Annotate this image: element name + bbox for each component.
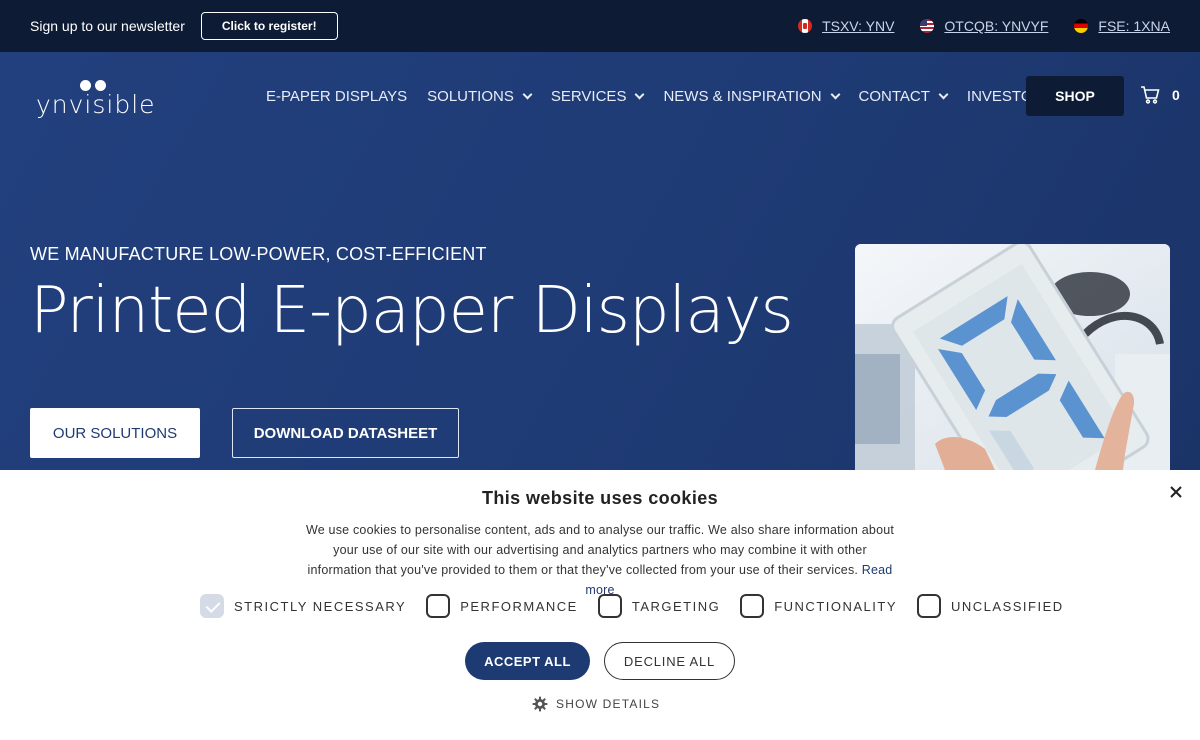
hero-section: ynvisible E-PAPER DISPLAYS SOLUTIONS SER…: [0, 52, 1200, 470]
cookie-description: We use cookies to personalise content, a…: [300, 520, 900, 600]
checkbox-targeting[interactable]: TARGETING: [597, 594, 721, 618]
ticker-otcqb[interactable]: OTCQB: YNVYF: [920, 18, 1048, 34]
show-details-button[interactable]: SHOW DETAILS: [532, 696, 660, 712]
ticker-fse[interactable]: FSE: 1XNA: [1074, 18, 1170, 34]
cart-button[interactable]: 0: [1140, 86, 1180, 104]
nav-label: NEWS & INSPIRATION: [663, 87, 822, 105]
top-bar: Sign up to our newsletter Click to regis…: [0, 0, 1200, 52]
chevron-down-icon: [938, 89, 949, 99]
nav-label: CONTACT: [858, 87, 930, 105]
nav-label: E-PAPER DISPLAYS: [266, 87, 408, 105]
hero-product-image: [855, 244, 1170, 470]
chevron-down-icon: [635, 89, 645, 99]
accept-all-button[interactable]: ACCEPT ALL: [465, 642, 590, 680]
germany-flag-icon: [1074, 19, 1089, 33]
hero-eyebrow: WE MANUFACTURE LOW-POWER, COST-EFFICIENT: [30, 244, 487, 264]
hero-headline: Printed E-paper Displays: [30, 274, 794, 348]
logo[interactable]: ynvisible: [36, 80, 156, 120]
shop-button[interactable]: SHOP: [1026, 76, 1124, 116]
ticker-tsxv[interactable]: TSXV: YNV: [798, 18, 894, 34]
checkbox-icon: [597, 594, 622, 618]
checkbox-label: UNCLASSIFIED: [951, 598, 1064, 614]
checkbox-icon: [917, 594, 942, 618]
decline-all-button[interactable]: DECLINE ALL: [604, 642, 735, 680]
main-nav: E-PAPER DISPLAYS SOLUTIONS SERVICES NEWS…: [266, 76, 1073, 116]
usa-flag-icon: [920, 19, 935, 33]
nav-label: SERVICES: [550, 87, 627, 105]
checkbox-label: STRICTLY NECESSARY: [234, 598, 407, 614]
checkbox-label: PERFORMANCE: [460, 598, 578, 614]
shopping-cart-icon: [1141, 86, 1160, 104]
gear-icon: [532, 696, 548, 712]
checkbox-strictly-necessary[interactable]: STRICTLY NECESSARY: [200, 594, 406, 618]
ticker-label: TSXV: YNV: [822, 18, 895, 34]
canada-flag-icon: [798, 19, 813, 33]
e-paper-display-photo: [855, 244, 1170, 470]
register-button[interactable]: Click to register!: [200, 12, 338, 40]
logo-text: ynvisible: [36, 90, 156, 119]
cookie-banner: This website uses cookies We use cookies…: [0, 470, 1200, 740]
chevron-down-icon: [830, 89, 840, 99]
cookie-description-text: We use cookies to personalise content, a…: [305, 523, 895, 577]
show-details-label: SHOW DETAILS: [556, 697, 661, 711]
checkbox-performance[interactable]: PERFORMANCE: [426, 594, 578, 618]
checkbox-icon: [426, 594, 451, 618]
nav-item-solutions[interactable]: SOLUTIONS: [427, 87, 533, 105]
newsletter-text: Sign up to our newsletter: [30, 18, 185, 34]
checked-checkbox-icon: [200, 594, 224, 618]
nav-item-services[interactable]: SERVICES: [550, 87, 645, 105]
nav-item-contact[interactable]: CONTACT: [858, 87, 949, 105]
nav-label: SOLUTIONS: [427, 87, 514, 105]
cart-count: 0: [1172, 87, 1180, 103]
checkbox-icon: [740, 594, 765, 618]
our-solutions-button[interactable]: OUR SOLUTIONS: [30, 408, 200, 458]
chevron-down-icon: [522, 89, 533, 99]
checkbox-functionality[interactable]: FUNCTIONALITY: [740, 594, 897, 618]
cookie-categories: STRICTLY NECESSARY PERFORMANCE TARGETING…: [200, 594, 1084, 618]
ticker-label: OTCQB: YNVYF: [944, 18, 1049, 34]
nav-item-news-inspiration[interactable]: NEWS & INSPIRATION: [663, 87, 840, 105]
stock-tickers: TSXV: YNV OTCQB: YNVYF FSE: 1XNA: [798, 18, 1170, 34]
download-datasheet-button[interactable]: DOWNLOAD DATASHEET: [232, 408, 459, 458]
checkbox-label: FUNCTIONALITY: [774, 598, 898, 614]
cookie-title: This website uses cookies: [481, 488, 719, 508]
checkbox-label: TARGETING: [631, 598, 721, 614]
ticker-label: FSE: 1XNA: [1098, 18, 1170, 34]
nav-item-e-paper-displays[interactable]: E-PAPER DISPLAYS: [266, 88, 407, 105]
checkbox-unclassified[interactable]: UNCLASSIFIED: [917, 594, 1064, 618]
